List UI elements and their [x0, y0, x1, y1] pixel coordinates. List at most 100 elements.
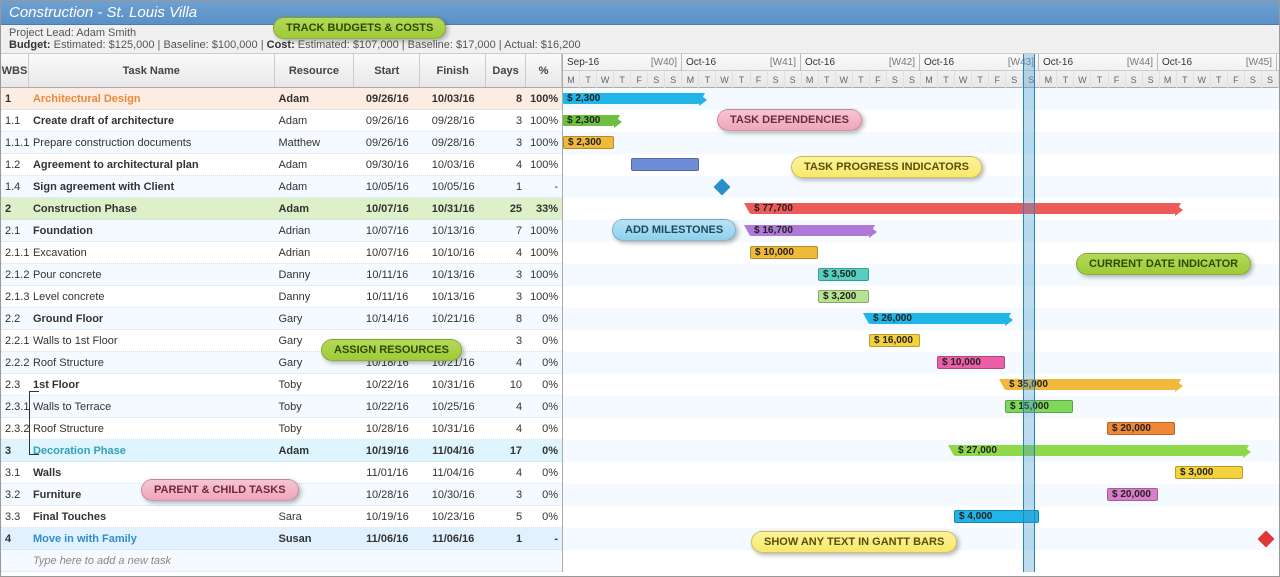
summary-bar[interactable]: $ 2,300 [563, 93, 699, 104]
gantt-row[interactable]: $ 2,300 [563, 88, 1279, 110]
table-row[interactable]: 2.2.2Roof StructureGary10/18/1610/21/164… [1, 352, 562, 374]
summary-bar[interactable]: $ 2,300 [563, 115, 614, 126]
new-task-row[interactable]: Type here to add a new task [1, 550, 562, 572]
day-header: M [1040, 71, 1057, 88]
summary-bar[interactable]: $ 26,000 [869, 313, 1005, 324]
table-row[interactable]: 3Decoration PhaseAdam10/19/1611/04/16170… [1, 440, 562, 462]
table-row[interactable]: 2.2Ground FloorGary10/14/1610/21/1680% [1, 308, 562, 330]
table-row[interactable]: 2.3.2Roof StructureToby10/28/1610/31/164… [1, 418, 562, 440]
gantt-row[interactable]: $ 2,300 [563, 110, 1279, 132]
gantt-row[interactable]: $ 3,200 [563, 286, 1279, 308]
day-header: S [785, 71, 802, 88]
gantt-row[interactable]: $ 16,000 [563, 330, 1279, 352]
day-header: T [853, 71, 870, 88]
table-row[interactable]: 3.3Final TouchesSara10/19/1610/23/1650% [1, 506, 562, 528]
task-bar[interactable]: $ 3,000 [1175, 466, 1243, 479]
table-row[interactable]: 2.1.1ExcavationAdrian10/07/1610/10/16410… [1, 242, 562, 264]
bar-cost-label: $ 77,700 [754, 203, 793, 214]
gantt-row[interactable]: $ 10,000 [563, 352, 1279, 374]
day-header: T [1211, 71, 1228, 88]
col-finish[interactable]: Finish [420, 54, 486, 87]
table-row[interactable]: 1.1.1Prepare construction documentsMatth… [1, 132, 562, 154]
table-row[interactable]: 1.1Create draft of architectureAdam09/26… [1, 110, 562, 132]
callout-show-text-line1: SHOW ANY TEXT IN GANTT BARS [764, 536, 944, 548]
col-name[interactable]: Task Name [29, 54, 275, 87]
day-header: S [1126, 71, 1143, 88]
table-row[interactable]: 1Architectural DesignAdam09/26/1610/03/1… [1, 88, 562, 110]
day-header: S [1143, 71, 1160, 88]
milestone-diamond[interactable] [1258, 531, 1275, 548]
col-start[interactable]: Start [354, 54, 420, 87]
task-bar[interactable]: $ 10,000 [750, 246, 818, 259]
bar-cost-label: $ 3,200 [823, 291, 856, 302]
col-days[interactable]: Days [486, 54, 526, 87]
summary-bar[interactable]: $ 77,700 [750, 203, 1175, 214]
new-task-placeholder[interactable]: Type here to add a new task [29, 555, 275, 567]
callout-show-text: SHOW ANY TEXT IN GANTT BARS [751, 531, 957, 553]
task-bar[interactable]: $ 2,300 [563, 136, 614, 149]
col-wbs[interactable]: WBS [1, 54, 29, 87]
gantt-row[interactable] [563, 176, 1279, 198]
task-bar[interactable]: $ 3,200 [818, 290, 869, 303]
task-bar[interactable]: $ 20,000 [1107, 488, 1158, 501]
table-row[interactable]: 1.4Sign agreement with ClientAdam10/05/1… [1, 176, 562, 198]
gantt-row[interactable]: $ 35,000 [563, 374, 1279, 396]
day-header: T [972, 71, 989, 88]
table-row[interactable]: 4Move in with FamilySusan11/06/1611/06/1… [1, 528, 562, 550]
task-bar[interactable]: $ 10,000 [937, 356, 1005, 369]
summary-bar[interactable]: $ 16,700 [750, 225, 869, 236]
table-row[interactable]: 2.1.2Pour concreteDanny10/11/1610/13/163… [1, 264, 562, 286]
callout-task-progress-line1: TASK PROGRESS INDICATORS [804, 161, 969, 173]
table-row[interactable]: 1.2Agreement to architectural planAdam09… [1, 154, 562, 176]
table-row[interactable]: 2.1FoundationAdrian10/07/1610/13/167100% [1, 220, 562, 242]
gantt-row[interactable]: $ 20,000 [563, 484, 1279, 506]
day-header: W [716, 71, 733, 88]
table-header: WBS Task Name Resource Start Finish Days… [1, 54, 562, 88]
day-header: T [1091, 71, 1108, 88]
day-header: S [904, 71, 921, 88]
table-row[interactable]: 2.3.1Walls to TerraceToby10/22/1610/25/1… [1, 396, 562, 418]
table-row[interactable]: 2.2.1Walls to 1st FloorGary30% [1, 330, 562, 352]
day-header: F [751, 71, 768, 88]
day-header: M [921, 71, 938, 88]
budget-label: Budget: [9, 39, 51, 51]
callout-parent-child: PARENT & CHILD TASKS [141, 479, 299, 501]
col-resource[interactable]: Resource [275, 54, 355, 87]
callout-assign-resources: ASSIGN RESOURCES [321, 339, 462, 361]
day-header: T [580, 71, 597, 88]
milestone-diamond[interactable] [714, 179, 731, 196]
gantt-row[interactable]: $ 77,700 [563, 198, 1279, 220]
day-header: T [1057, 71, 1074, 88]
table-row[interactable]: 2Construction PhaseAdam10/07/1610/31/162… [1, 198, 562, 220]
col-pct[interactable]: % [526, 54, 562, 87]
current-date-indicator [1023, 54, 1035, 572]
day-header: F [1228, 71, 1245, 88]
table-row[interactable]: 2.31st FloorToby10/22/1610/31/16100% [1, 374, 562, 396]
week-header: Oct-16[W43] [920, 54, 1039, 71]
task-bar[interactable] [631, 158, 699, 171]
bar-cost-label: $ 20,000 [1112, 489, 1151, 500]
day-header: M [1160, 71, 1177, 88]
task-bar[interactable]: $ 3,500 [818, 268, 869, 281]
bar-cost-label: $ 27,000 [958, 445, 997, 456]
bracket-icon [29, 391, 39, 455]
gantt-row[interactable]: $ 27,000 [563, 440, 1279, 462]
task-bar[interactable]: $ 15,000 [1005, 400, 1073, 413]
callout-task-progress: TASK PROGRESS INDICATORS [791, 156, 982, 178]
bar-cost-label: $ 3,500 [823, 269, 856, 280]
callout-add-milestones: ADD MILESTONES [612, 219, 736, 241]
day-header: F [989, 71, 1006, 88]
gantt-row[interactable]: $ 3,000 [563, 462, 1279, 484]
summary-bar[interactable]: $ 27,000 [954, 445, 1243, 456]
day-header: S [887, 71, 904, 88]
task-bar[interactable]: $ 20,000 [1107, 422, 1175, 435]
gantt-row[interactable]: $ 20,000 [563, 418, 1279, 440]
day-header: F [870, 71, 887, 88]
gantt-row[interactable]: $ 2,300 [563, 132, 1279, 154]
day-header: T [699, 71, 716, 88]
gantt-row[interactable]: $ 4,000 [563, 506, 1279, 528]
table-row[interactable]: 2.1.3Level concreteDanny10/11/1610/13/16… [1, 286, 562, 308]
gantt-row[interactable]: $ 26,000 [563, 308, 1279, 330]
gantt-row[interactable]: $ 15,000 [563, 396, 1279, 418]
task-bar[interactable]: $ 16,000 [869, 334, 920, 347]
